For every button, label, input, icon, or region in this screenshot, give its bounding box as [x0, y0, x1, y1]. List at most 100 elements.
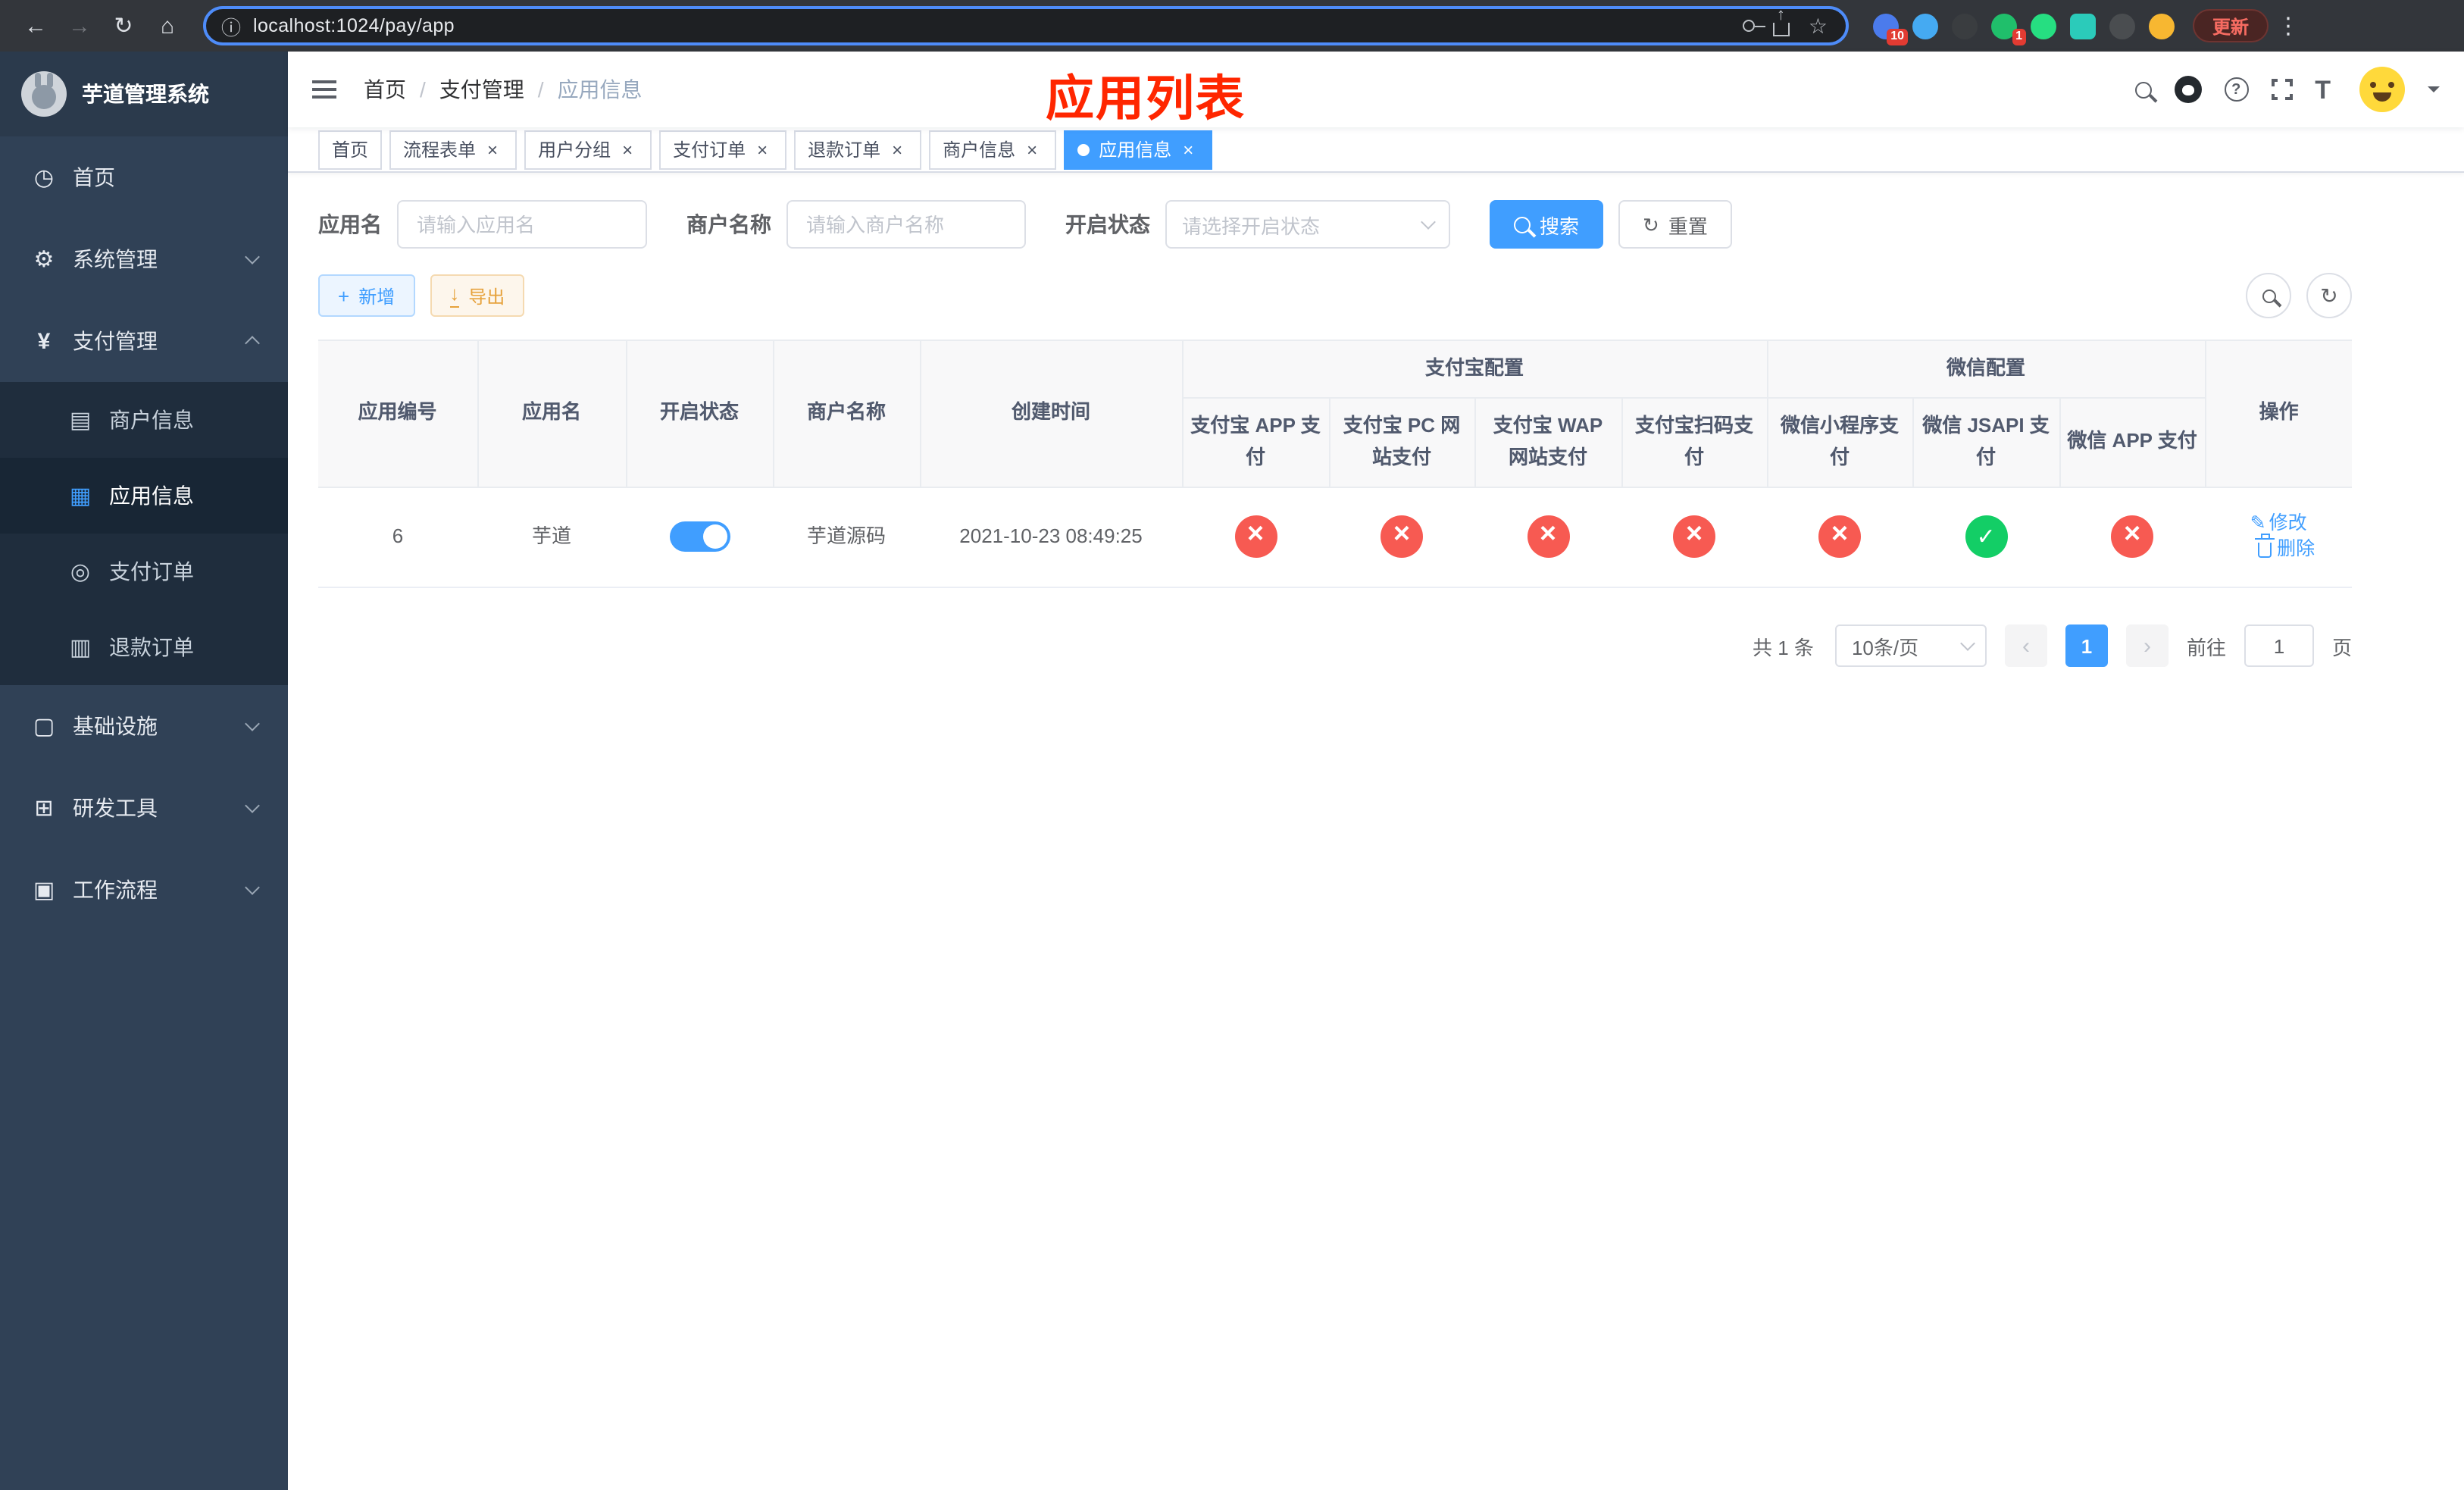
font-size-icon[interactable]: T	[2315, 77, 2331, 102]
enabled-toggle[interactable]	[669, 521, 730, 552]
sidebar-item-app-info[interactable]: ▦ 应用信息	[0, 458, 288, 534]
search-icon[interactable]	[2134, 81, 2152, 98]
browser-menu-icon[interactable]: ⋮	[2272, 12, 2305, 39]
goto-page-input[interactable]	[2244, 624, 2314, 668]
export-button[interactable]: ↓ 导出	[430, 274, 525, 317]
fullscreen-icon[interactable]	[2271, 79, 2293, 100]
chevron-down-icon	[245, 716, 260, 731]
hamburger-icon[interactable]	[312, 88, 336, 91]
sidebar-item-label: 应用信息	[109, 484, 194, 508]
bookmark-star-icon[interactable]: ☆	[1809, 13, 1828, 39]
close-icon[interactable]: ×	[1177, 139, 1199, 160]
app-name-label: 应用名	[318, 212, 382, 236]
close-icon[interactable]: ×	[752, 139, 773, 160]
tab-user-group[interactable]: 用户分组 ×	[524, 130, 652, 169]
breadcrumb-separator: /	[420, 77, 426, 102]
sidebar-item-merchant-info[interactable]: ▤ 商户信息	[0, 382, 288, 458]
tab-label: 商户信息	[943, 139, 1016, 161]
app-name-input[interactable]	[397, 200, 647, 249]
col-header-wechat-lite: 微信小程序支付	[1766, 397, 1914, 488]
col-header-alipay-qr: 支付宝扫码支付	[1620, 397, 1768, 488]
wechat-lite-status-icon	[1818, 515, 1862, 559]
extension-icon[interactable]: 10	[1873, 13, 1908, 45]
browser-home-icon[interactable]: ⌂	[147, 5, 188, 46]
share-icon[interactable]	[1773, 8, 1790, 36]
sidebar-logo[interactable]: 芋道管理系统	[0, 52, 288, 136]
chevron-down-icon	[1421, 214, 1436, 230]
payment-submenu: ▤ 商户信息 ▦ 应用信息 ◎ 支付订单 ▥ 退款订单	[0, 382, 288, 685]
prev-page-button[interactable]: ‹	[2004, 624, 2047, 668]
status-select[interactable]: 请选择开启状态	[1165, 200, 1450, 249]
browser-update-button[interactable]: 更新	[2193, 9, 2269, 42]
chevron-down-icon	[245, 798, 260, 813]
avatar[interactable]	[2359, 67, 2405, 112]
goto-label: 前往	[2186, 636, 2226, 659]
url-text[interactable]: localhost:1024/pay/app	[253, 15, 1731, 36]
sidebar-item-system[interactable]: ⚙ 系统管理	[0, 218, 288, 300]
chevron-down-icon[interactable]	[2428, 86, 2440, 99]
breadcrumb-payment[interactable]: 支付管理	[439, 74, 524, 105]
delete-link[interactable]: 删除	[2254, 533, 2315, 563]
close-icon[interactable]: ×	[617, 139, 638, 160]
current-page-button[interactable]: 1	[2065, 624, 2108, 668]
refresh-button[interactable]: ↻	[2306, 273, 2352, 318]
status-label: 开启状态	[1065, 212, 1150, 236]
sidebar-item-pay-orders[interactable]: ◎ 支付订单	[0, 534, 288, 609]
status-select-placeholder: 请选择开启状态	[1182, 214, 1321, 237]
col-header-merchant: 商户名称	[772, 340, 921, 488]
sidebar-item-dev-tools[interactable]: ⊞ 研发工具	[0, 767, 288, 849]
browser-back-icon[interactable]: ←	[15, 5, 56, 46]
sidebar-item-refund-orders[interactable]: ▥ 退款订单	[0, 609, 288, 685]
toggle-search-button[interactable]	[2246, 273, 2291, 318]
breadcrumb-home[interactable]: 首页	[364, 74, 406, 105]
extension-icon[interactable]	[2149, 13, 2175, 39]
tab-app-info[interactable]: 应用信息 ×	[1064, 130, 1213, 169]
extension-icon[interactable]	[1912, 13, 1938, 39]
merchant-name-input[interactable]	[786, 200, 1026, 249]
close-icon[interactable]: ×	[1021, 139, 1043, 160]
browser-forward-icon[interactable]: →	[59, 5, 100, 46]
sidebar-item-label: 支付管理	[73, 329, 158, 353]
tab-refund-orders[interactable]: 退款订单 ×	[794, 130, 922, 169]
alipay-app-status-icon	[1234, 515, 1277, 559]
close-icon[interactable]: ×	[482, 139, 503, 160]
sidebar-item-label: 商户信息	[109, 408, 194, 432]
sidebar-item-workflow[interactable]: ▣ 工作流程	[0, 849, 288, 931]
search-button[interactable]: 搜索	[1490, 200, 1604, 249]
export-button-label: 导出	[468, 286, 505, 307]
reset-button[interactable]: ↻ 重置	[1618, 200, 1732, 249]
extension-badge: 1	[2012, 28, 2026, 45]
edit-link[interactable]: ✎ 修改	[2250, 510, 2307, 537]
close-icon[interactable]: ×	[886, 139, 908, 160]
tab-home[interactable]: 首页	[318, 130, 383, 169]
tab-process-form[interactable]: 流程表单 ×	[389, 130, 518, 169]
sidebar-item-infrastructure[interactable]: ▢ 基础设施	[0, 685, 288, 767]
cell-merchant: 芋道源码	[773, 487, 920, 589]
pagination: 共 1 条 10条/页 ‹ 1 › 前往 页	[318, 624, 2352, 712]
sidebar-item-label: 基础设施	[73, 714, 158, 738]
col-header-wechat-app: 微信 APP 支付	[2059, 397, 2206, 488]
add-button[interactable]: + 新增	[318, 274, 415, 317]
extension-icon[interactable]	[2109, 13, 2135, 39]
browser-chrome: ← → ↻ ⌂ ⓘ localhost:1024/pay/app ☆ 10 1 …	[0, 0, 2464, 52]
next-page-button[interactable]: ›	[2125, 624, 2169, 668]
extension-icon[interactable]: 1	[1991, 13, 2026, 45]
help-icon[interactable]	[2224, 77, 2249, 102]
url-bar[interactable]: ⓘ localhost:1024/pay/app ☆	[203, 6, 1849, 45]
extensions-area: 10 1	[1873, 13, 2175, 45]
screen: ← → ↻ ⌂ ⓘ localhost:1024/pay/app ☆ 10 1 …	[0, 0, 2464, 1490]
extension-icon[interactable]	[1952, 13, 1978, 39]
tab-merchant-info[interactable]: 商户信息 ×	[929, 130, 1057, 169]
tab-label: 用户分组	[538, 139, 611, 161]
extension-icon[interactable]	[2031, 13, 2056, 39]
sidebar-item-home[interactable]: ◷ 首页	[0, 136, 288, 218]
extension-icon[interactable]	[2070, 13, 2096, 39]
github-icon[interactable]	[2174, 76, 2202, 103]
sidebar-item-payment[interactable]: ¥ 支付管理	[0, 300, 288, 382]
tab-pay-orders[interactable]: 支付订单 ×	[659, 130, 787, 169]
page-size-select[interactable]: 10条/页	[1834, 624, 1987, 668]
tab-label: 支付订单	[673, 139, 746, 161]
browser-reload-icon[interactable]: ↻	[103, 5, 144, 46]
password-key-icon[interactable]	[1743, 20, 1766, 32]
site-info-icon[interactable]: ⓘ	[221, 11, 241, 40]
